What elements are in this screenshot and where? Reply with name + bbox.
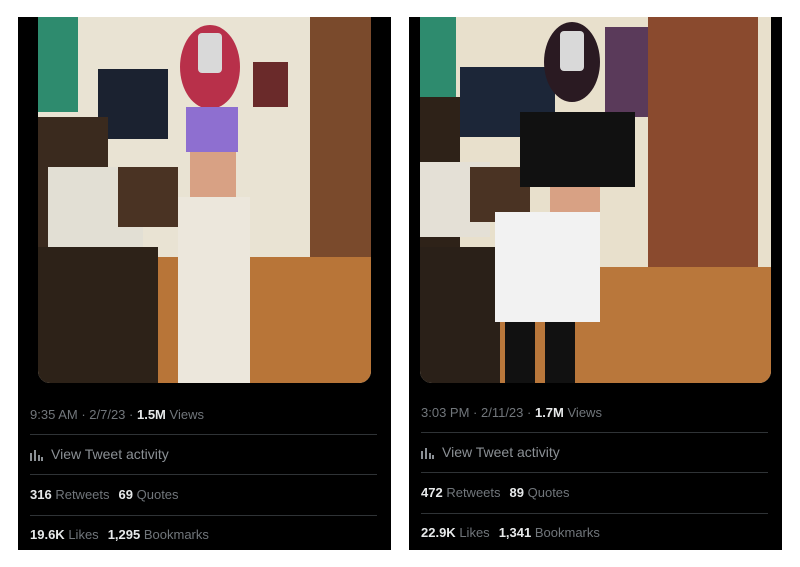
likes-stat[interactable]: 22.9K Likes (421, 525, 490, 540)
bookmarks-label: Bookmarks (534, 525, 600, 540)
views-label: Views (169, 407, 204, 422)
likes-row: 22.9K Likes 1,341 Bookmarks (421, 525, 768, 541)
quotes-stat[interactable]: 69 Quotes (119, 487, 179, 502)
engagement-row: 316 Retweets 69 Quotes (30, 487, 377, 503)
divider (30, 474, 377, 475)
mirror-selfie-image (38, 17, 371, 383)
tweet-card-left: 9:35 AM · 2/7/23 · 1.5M Views View Tweet… (18, 17, 391, 550)
likes-row: 19.6K Likes 1,295 Bookmarks (30, 527, 377, 543)
likes-count: 22.9K (421, 525, 456, 540)
tweet-photo-right[interactable] (420, 17, 771, 383)
bar-chart-icon (30, 449, 43, 461)
tweet-time: 3:03 PM (421, 405, 470, 420)
likes-count: 19.6K (30, 527, 65, 542)
bar-chart-icon (421, 447, 434, 459)
tweet-meta: 9:35 AM · 2/7/23 · 1.5M Views (30, 407, 204, 422)
activity-label: View Tweet activity (51, 446, 169, 462)
bookmarks-stat[interactable]: 1,341 Bookmarks (499, 525, 600, 540)
quotes-count: 89 (509, 485, 524, 500)
views-count: 1.5M (136, 407, 166, 422)
divider (421, 513, 768, 514)
view-tweet-activity-link[interactable]: View Tweet activity (421, 443, 768, 461)
retweets-count: 316 (30, 487, 52, 502)
bookmarks-count: 1,295 (107, 527, 141, 542)
likes-label: Likes (459, 525, 490, 540)
quotes-label: Quotes (136, 487, 179, 502)
activity-label: View Tweet activity (442, 444, 560, 460)
likes-label: Likes (68, 527, 99, 542)
bookmarks-label: Bookmarks (143, 527, 209, 542)
quotes-count: 69 (118, 487, 133, 502)
likes-stat[interactable]: 19.6K Likes (30, 527, 99, 542)
tweet-meta: 3:03 PM · 2/11/23 · 1.7M Views (421, 405, 602, 420)
mirror-selfie-image (420, 17, 771, 383)
bookmarks-count: 1,341 (498, 525, 532, 540)
divider (421, 472, 768, 473)
divider (30, 515, 377, 516)
tweet-photo-left[interactable] (38, 17, 371, 383)
quotes-stat[interactable]: 89 Quotes (510, 485, 570, 500)
retweets-stat[interactable]: 472 Retweets (421, 485, 501, 500)
tweet-date: 2/7/23 (89, 407, 126, 422)
retweets-label: Retweets (446, 485, 501, 500)
tweet-time: 9:35 AM (30, 407, 78, 422)
tweet-date: 2/11/23 (480, 405, 524, 420)
retweets-label: Retweets (55, 487, 110, 502)
retweets-stat[interactable]: 316 Retweets (30, 487, 110, 502)
views-count: 1.7M (534, 405, 564, 420)
divider (421, 432, 768, 433)
bookmarks-stat[interactable]: 1,295 Bookmarks (108, 527, 209, 542)
engagement-row: 472 Retweets 89 Quotes (421, 485, 768, 501)
retweets-count: 472 (421, 485, 443, 500)
tweet-card-right: 3:03 PM · 2/11/23 · 1.7M Views View Twee… (409, 17, 782, 550)
quotes-label: Quotes (527, 485, 570, 500)
view-tweet-activity-link[interactable]: View Tweet activity (30, 445, 377, 463)
views-label: Views (567, 405, 602, 420)
divider (30, 434, 377, 435)
